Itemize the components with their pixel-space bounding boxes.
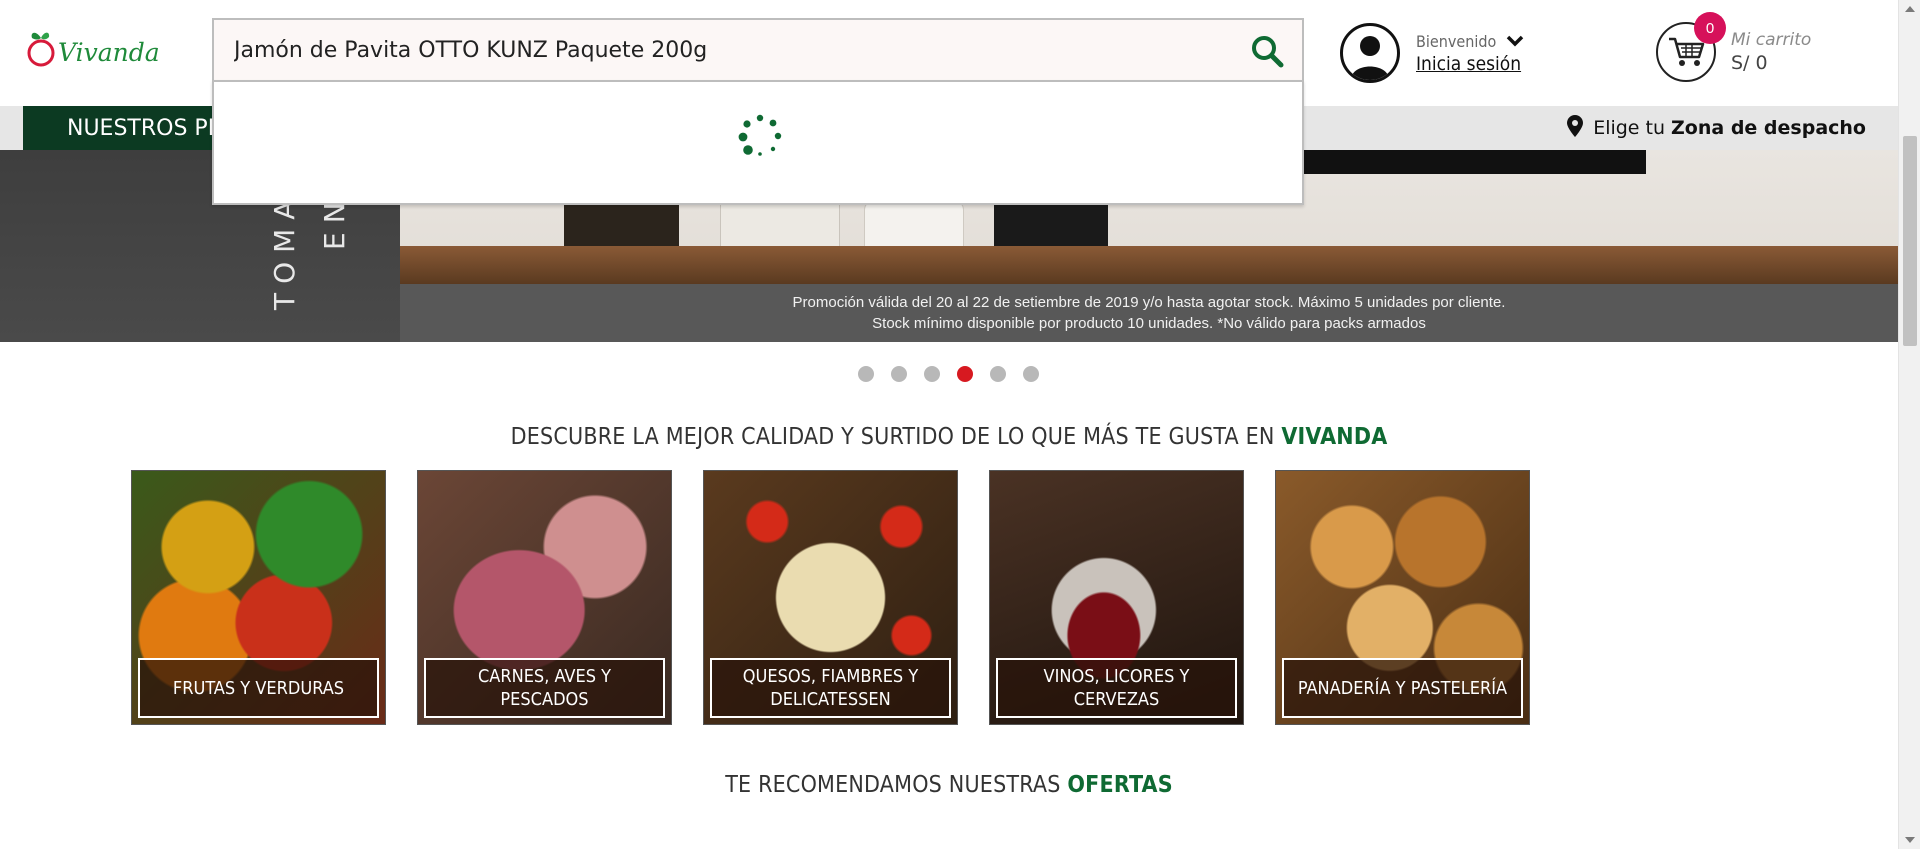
cart-label: Mi carrito (1731, 30, 1812, 50)
loading-spinner-icon (738, 114, 782, 156)
promo-terms: Promoción válida del 20 al 22 de setiemb… (400, 284, 1898, 342)
section-title-discover: DESCUBRE LA MEJOR CALIDAD Y SURTIDO DE L… (0, 424, 1898, 450)
search-suggestions-dropdown (212, 80, 1304, 205)
promo-line-1: Promoción válida del 20 al 22 de setiemb… (792, 294, 1506, 311)
scrollbar-thumb[interactable] (1903, 136, 1917, 346)
zone-prefix: Elige tu (1593, 117, 1666, 139)
zone-label: Zona de despacho (1671, 117, 1866, 139)
carousel-dot[interactable] (957, 366, 973, 382)
category-card-frutas[interactable]: FRUTAS Y VERDURAS (131, 470, 386, 725)
search-button[interactable] (1246, 30, 1288, 72)
welcome-text: Bienvenido (1416, 31, 1497, 51)
search-icon (1252, 36, 1284, 68)
category-label: CARNES, AVES Y PESCADOS (424, 658, 665, 718)
cart-count-badge: 0 (1694, 12, 1726, 44)
section-title-text: DESCUBRE LA MEJOR CALIDAD Y SURTIDO DE L… (510, 424, 1275, 450)
scroll-up-arrow-icon[interactable] (1905, 6, 1915, 12)
page-scrollbar[interactable] (1898, 0, 1920, 849)
carousel-dots (858, 366, 1039, 382)
banner-black-strip (1270, 150, 1646, 174)
category-grid: FRUTAS Y VERDURAS CARNES, AVES Y PESCADO… (131, 470, 1530, 725)
search-input[interactable] (234, 20, 1214, 80)
section-title-offers: TE RECOMENDAMOS NUESTRAS OFERTAS (0, 772, 1898, 798)
welcome-dropdown[interactable]: Bienvenido (1416, 32, 1524, 51)
vivanda-logo[interactable]: Vivanda (26, 24, 160, 68)
user-avatar-icon[interactable] (1340, 23, 1400, 83)
carousel-dot[interactable] (858, 366, 874, 382)
category-label: QUESOS, FIAMBRES Y DELICATESSEN (710, 658, 951, 718)
user-account: Bienvenido Inicia sesión (1340, 20, 1524, 86)
location-pin-icon (1567, 114, 1584, 142)
carousel-dot[interactable] (1023, 366, 1039, 382)
logo-fruit-icon (27, 32, 55, 67)
carousel-dot[interactable] (891, 366, 907, 382)
category-label: PANADERÍA Y PASTELERÍA (1282, 658, 1523, 718)
category-card-panaderia[interactable]: PANADERÍA Y PASTELERÍA (1275, 470, 1530, 725)
login-link[interactable]: Inicia sesión (1416, 53, 1521, 75)
section-title-highlight: OFERTAS (1067, 772, 1173, 798)
search-bar (212, 18, 1304, 82)
banner-shelf (400, 246, 1898, 284)
cart[interactable]: 0 Mi carrito S/ 0 (1656, 12, 1812, 84)
carousel-dot[interactable] (924, 366, 940, 382)
section-title-text: TE RECOMENDAMOS NUESTRAS (725, 772, 1061, 798)
category-label: VINOS, LICORES Y CERVEZAS (996, 658, 1237, 718)
cart-button[interactable]: 0 (1656, 12, 1726, 82)
scroll-down-arrow-icon[interactable] (1905, 837, 1915, 843)
category-card-vinos[interactable]: VINOS, LICORES Y CERVEZAS (989, 470, 1244, 725)
bottle-image (864, 200, 964, 252)
section-title-highlight: VIVANDA (1281, 424, 1388, 450)
promo-line-2: Stock mínimo disponible por producto 10 … (872, 315, 1426, 332)
logo-text: Vivanda (58, 38, 160, 67)
chevron-down-icon (1506, 32, 1524, 51)
carousel-dot[interactable] (990, 366, 1006, 382)
delivery-zone-selector[interactable]: Elige tu Zona de despacho (1567, 106, 1866, 150)
category-card-carnes[interactable]: CARNES, AVES Y PESCADOS (417, 470, 672, 725)
cart-total: S/ 0 (1731, 52, 1768, 74)
category-label: FRUTAS Y VERDURAS (138, 658, 379, 718)
category-card-quesos[interactable]: QUESOS, FIAMBRES Y DELICATESSEN (703, 470, 958, 725)
